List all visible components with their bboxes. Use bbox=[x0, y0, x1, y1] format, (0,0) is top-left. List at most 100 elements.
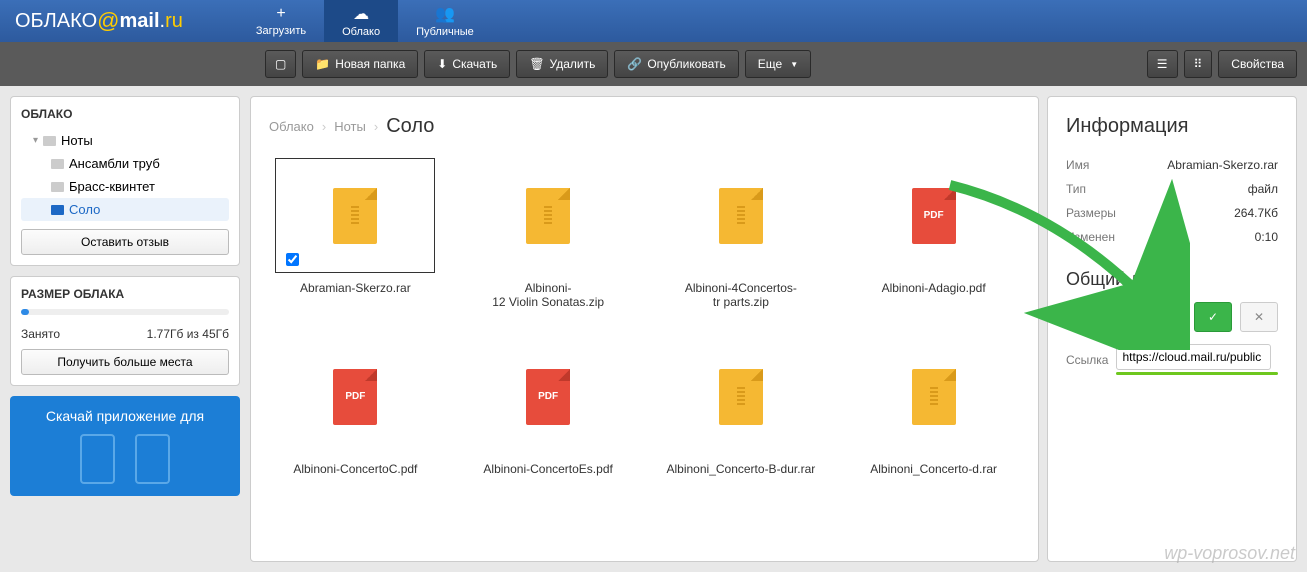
file-item[interactable]: Albinoni_Concerto-B-dur.rar bbox=[655, 339, 828, 476]
upload-button[interactable]: + Загрузить bbox=[238, 0, 324, 42]
info-title: Информация bbox=[1066, 115, 1278, 138]
cloud-icon: ☁ bbox=[353, 4, 369, 24]
select-all-checkbox[interactable]: ▢ bbox=[265, 50, 296, 78]
quota-fill bbox=[21, 309, 29, 315]
more-button[interactable]: Еще▼ bbox=[745, 50, 811, 78]
quota-value: 1.77Гб из 45Гб bbox=[147, 327, 229, 341]
file-browser: Облако › Ноты › Соло Abramian-Skerzo.rar… bbox=[250, 96, 1039, 562]
share-icon: 🔗 bbox=[627, 57, 642, 71]
pdf-icon: PDF bbox=[912, 188, 956, 244]
file-item[interactable]: Albinoni- 12 Violin Sonatas.zip bbox=[462, 158, 635, 309]
tree-item-solo[interactable]: Соло bbox=[21, 198, 229, 221]
file-name: Albinoni-4Concertos- tr parts.zip bbox=[685, 281, 797, 309]
file-thumb: PDF bbox=[275, 339, 435, 454]
info-panel: Информация ИмяAbramian-Skerzo.rar Типфай… bbox=[1047, 96, 1297, 562]
grid-icon: ⠿ bbox=[1194, 57, 1203, 71]
tree-item-notes[interactable]: ▾Ноты bbox=[21, 129, 229, 152]
phone-icon bbox=[80, 434, 115, 484]
share-title: Общий доступ bbox=[1066, 269, 1278, 290]
properties-button[interactable]: Свойства bbox=[1218, 50, 1297, 78]
file-thumb bbox=[661, 158, 821, 273]
file-name: Abramian-Skerzo.rar bbox=[300, 281, 411, 295]
info-type-value: файл bbox=[1248, 182, 1278, 196]
quota-used-label: Занято bbox=[21, 327, 60, 341]
logo-text: ОБЛАКО bbox=[15, 10, 97, 33]
logo[interactable]: ОБЛАКО@mail.ru bbox=[0, 8, 198, 34]
new-folder-button[interactable]: 📁Новая папка bbox=[302, 50, 418, 78]
promo-panel[interactable]: Скачай приложение для bbox=[10, 396, 240, 496]
zip-icon bbox=[912, 369, 956, 425]
chevron-down-icon: ▼ bbox=[790, 60, 798, 69]
download-button[interactable]: ⬇Скачать bbox=[424, 50, 510, 78]
grid-view-button[interactable]: ⠿ bbox=[1184, 50, 1213, 78]
file-item[interactable]: Albinoni_Concerto-d.rar bbox=[847, 339, 1020, 476]
zip-icon bbox=[333, 188, 377, 244]
file-name: Albinoni_Concerto-B-dur.rar bbox=[667, 462, 816, 476]
file-grid: Abramian-Skerzo.rar Albinoni- 12 Violin S… bbox=[269, 158, 1020, 476]
public-toggle-on[interactable]: ✓ bbox=[1194, 302, 1232, 332]
cloud-tab[interactable]: ☁ Облако bbox=[324, 0, 398, 42]
cloud-label: Облако bbox=[342, 26, 380, 38]
info-size-label: Размеры bbox=[1066, 206, 1116, 220]
file-item[interactable]: PDF Albinoni-Adagio.pdf bbox=[847, 158, 1020, 309]
public-tab[interactable]: 👥 Публичные bbox=[398, 0, 492, 42]
link-highlight bbox=[1116, 372, 1278, 375]
tree-item-brass[interactable]: Брасс-квинтет bbox=[21, 175, 229, 198]
trash-icon: 🗑 bbox=[529, 57, 544, 71]
feedback-button[interactable]: Оставить отзыв bbox=[21, 229, 229, 255]
file-thumb bbox=[468, 158, 628, 273]
folder-icon bbox=[51, 182, 64, 192]
info-type-label: Тип bbox=[1066, 182, 1086, 196]
info-name-label: Имя bbox=[1066, 158, 1089, 172]
chevron-right-icon: › bbox=[322, 119, 326, 134]
folder-icon bbox=[51, 205, 64, 215]
tree-item-ensembles[interactable]: Ансамбли труб bbox=[21, 152, 229, 175]
file-item[interactable]: Albinoni-4Concertos- tr parts.zip bbox=[655, 158, 828, 309]
public-toggle-off[interactable]: ✕ bbox=[1240, 302, 1278, 332]
file-name: Albinoni-ConcertoC.pdf bbox=[293, 462, 417, 476]
logo-at: @ bbox=[97, 8, 119, 34]
file-checkbox[interactable] bbox=[286, 253, 299, 266]
tree-panel: ОБЛАКО ▾Ноты Ансамбли труб Брасс-квинтет… bbox=[10, 96, 240, 266]
link-label: Ссылка bbox=[1066, 353, 1108, 367]
file-name: Albinoni- 12 Violin Sonatas.zip bbox=[492, 281, 604, 309]
check-icon: ✓ bbox=[1208, 310, 1218, 324]
file-name: Albinoni-ConcertoEs.pdf bbox=[483, 462, 612, 476]
breadcrumb-current: Соло bbox=[386, 115, 434, 138]
toolbar: ▢ 📁Новая папка ⬇Скачать 🗑Удалить 🔗Опубли… bbox=[0, 42, 1307, 86]
list-icon: ☰ bbox=[1157, 57, 1168, 71]
file-name: Albinoni-Adagio.pdf bbox=[882, 281, 986, 295]
zip-icon bbox=[526, 188, 570, 244]
list-view-button[interactable]: ☰ bbox=[1147, 50, 1178, 78]
public-file-label: Публичный файл bbox=[1066, 310, 1186, 324]
promo-text: Скачай приложение для bbox=[22, 408, 228, 424]
publish-button[interactable]: 🔗Опубликовать bbox=[614, 50, 738, 78]
share-link-input[interactable] bbox=[1116, 344, 1271, 370]
folder-icon bbox=[43, 136, 56, 146]
app-header: ОБЛАКО@mail.ru + Загрузить ☁ Облако 👥 Пу… bbox=[0, 0, 1307, 42]
main-area: ОБЛАКО ▾Ноты Ансамбли труб Брасс-квинтет… bbox=[0, 86, 1307, 572]
chevron-right-icon: › bbox=[374, 119, 378, 134]
logo-ru: ru bbox=[165, 10, 183, 33]
get-more-space-button[interactable]: Получить больше места bbox=[21, 349, 229, 375]
info-modified-value: 0:10 bbox=[1255, 230, 1278, 244]
delete-button[interactable]: 🗑Удалить bbox=[516, 50, 608, 78]
breadcrumb-mid[interactable]: Ноты bbox=[334, 119, 366, 134]
watermark: wp-voprosov.net bbox=[1164, 543, 1295, 564]
zip-icon bbox=[719, 369, 763, 425]
pdf-icon: PDF bbox=[526, 369, 570, 425]
info-size-value: 264.7Кб bbox=[1234, 206, 1278, 220]
info-modified-label: Изменен bbox=[1066, 230, 1115, 244]
file-item[interactable]: PDF Albinoni-ConcertoEs.pdf bbox=[462, 339, 635, 476]
file-item[interactable]: PDF Albinoni-ConcertoC.pdf bbox=[269, 339, 442, 476]
folder-icon bbox=[51, 159, 64, 169]
upload-label: Загрузить bbox=[256, 25, 306, 37]
file-item[interactable]: Abramian-Skerzo.rar bbox=[269, 158, 442, 309]
file-thumb bbox=[275, 158, 435, 273]
file-thumb: PDF bbox=[468, 339, 628, 454]
breadcrumb-root[interactable]: Облако bbox=[269, 119, 314, 134]
pdf-icon: PDF bbox=[333, 369, 377, 425]
download-icon: ⬇ bbox=[437, 57, 447, 71]
close-icon: ✕ bbox=[1254, 310, 1264, 324]
quota-bar bbox=[21, 309, 229, 315]
